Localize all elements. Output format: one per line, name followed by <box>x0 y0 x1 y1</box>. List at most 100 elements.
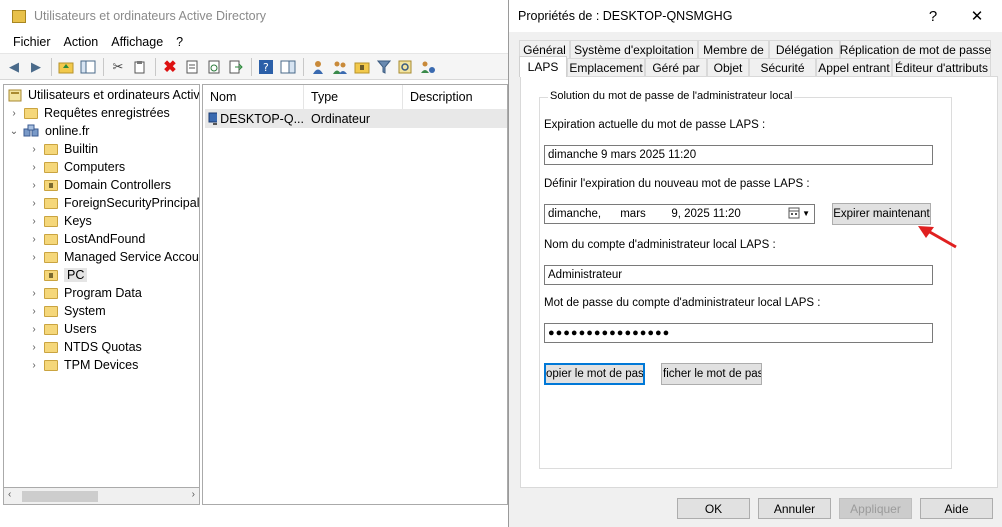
copy-password-button[interactable]: opier le mot de passe <box>544 363 645 385</box>
toolbar-separator <box>155 57 156 76</box>
tab-laps[interactable]: LAPS <box>519 56 567 77</box>
add-to-group-icon[interactable] <box>419 58 437 76</box>
action-pane-icon[interactable] <box>279 58 297 76</box>
tree-item-builtin[interactable]: › Builtin <box>28 140 98 158</box>
tree-item-tpm-devices[interactable]: › TPM Devices <box>28 356 138 374</box>
tree-item-ntds-quotas[interactable]: › NTDS Quotas <box>28 338 142 356</box>
scroll-right-icon[interactable]: › <box>192 489 195 500</box>
menu-fichier[interactable]: Fichier <box>13 35 51 49</box>
current-expiration-field[interactable]: dimanche 9 mars 2025 11:20 <box>544 145 933 165</box>
back-icon[interactable]: ◀ <box>5 58 23 76</box>
forward-icon[interactable]: ▶ <box>27 58 45 76</box>
table-row[interactable]: DESKTOP-Q... Ordinateur <box>205 109 507 128</box>
help-button[interactable]: Aide <box>920 498 993 519</box>
new-expiration-datetime-picker[interactable]: dimanche, mars 9, 2025 11:20 ▼ <box>544 204 815 224</box>
result-list: Nom Type Description DESKTOP-Q... Ordina… <box>202 84 508 505</box>
computer-name-cell: DESKTOP-Q... <box>208 109 304 128</box>
new-user-icon[interactable] <box>309 58 327 76</box>
menu-bar: Fichier Action Affichage ? <box>0 32 510 52</box>
tree-item-label: NTDS Quotas <box>64 340 142 354</box>
tab-attribute-editor[interactable]: Éditeur d'attributs <box>892 58 991 76</box>
tree-item-saved-queries[interactable]: › Requêtes enregistrées <box>8 104 169 122</box>
column-header-description[interactable]: Description <box>403 85 507 109</box>
tab-operating-system[interactable]: Système d'exploitation <box>570 40 698 58</box>
tree-item-pc[interactable]: PC <box>28 266 88 284</box>
help-icon[interactable]: ? <box>257 58 275 76</box>
show-password-button[interactable]: ficher le mot de passe <box>661 363 762 385</box>
properties-icon[interactable] <box>183 58 201 76</box>
tree-item-foreign-security-principals[interactable]: › ForeignSecurityPrincipals <box>28 194 199 212</box>
account-name-field[interactable]: Administrateur <box>544 265 933 285</box>
up-folder-icon[interactable] <box>57 58 75 76</box>
tab-security[interactable]: Sécurité <box>749 58 816 76</box>
menu-affichage[interactable]: Affichage <box>111 35 163 49</box>
tab-delegation[interactable]: Délégation <box>769 40 840 58</box>
close-button[interactable]: ✕ <box>955 0 999 32</box>
tree-item-lost-and-found[interactable]: › LostAndFound <box>28 230 145 248</box>
tree-item-keys[interactable]: › Keys <box>28 212 92 230</box>
folder-icon <box>44 359 58 371</box>
tree-horizontal-scrollbar[interactable]: ‹ › <box>3 487 200 505</box>
chevron-right-icon[interactable]: › <box>28 198 40 209</box>
tree-root[interactable]: Utilisateurs et ordinateurs Active <box>8 86 199 104</box>
find-icon[interactable] <box>397 58 415 76</box>
tree-item-managed-service-accounts[interactable]: › Managed Service Accour <box>28 248 199 266</box>
cut-icon[interactable]: ✂ <box>109 58 127 76</box>
tree-item-computers[interactable]: › Computers <box>28 158 125 176</box>
menu-help[interactable]: ? <box>176 35 183 49</box>
refresh-icon[interactable] <box>205 58 223 76</box>
tree-item-system[interactable]: › System <box>28 302 105 320</box>
console-tree-icon[interactable] <box>79 58 97 76</box>
computer-description <box>410 109 505 128</box>
scrollbar-thumb[interactable] <box>22 491 98 502</box>
password-field[interactable]: ●●●●●●●●●●●●●●●● <box>544 323 933 343</box>
aduc-root-icon <box>8 89 22 102</box>
chevron-right-icon[interactable]: › <box>28 306 40 317</box>
tree-item-domain[interactable]: ⌄ online.fr <box>8 122 90 140</box>
group-title: Solution du mot de passe de l'administra… <box>548 90 795 102</box>
chevron-right-icon[interactable]: › <box>28 342 40 353</box>
copy-icon[interactable] <box>131 58 149 76</box>
export-list-icon[interactable] <box>227 58 245 76</box>
chevron-right-icon[interactable]: › <box>28 144 40 155</box>
chevron-right-icon[interactable]: › <box>28 180 40 191</box>
chevron-right-icon[interactable]: › <box>28 234 40 245</box>
aduc-app-icon <box>12 9 26 23</box>
tab-password-replication[interactable]: Réplication de mot de passe <box>840 40 991 58</box>
tree-item-domain-controllers[interactable]: › Domain Controllers <box>28 176 171 194</box>
help-title-button[interactable]: ? <box>911 0 955 32</box>
toolbar-separator <box>251 57 252 76</box>
chevron-right-icon[interactable]: › <box>28 252 40 263</box>
column-header-name[interactable]: Nom <box>203 85 304 109</box>
tree-item-program-data[interactable]: › Program Data <box>28 284 141 302</box>
calendar-dropdown-icon[interactable]: ▼ <box>788 207 810 219</box>
cancel-button[interactable]: Annuler <box>758 498 831 519</box>
new-ou-icon[interactable] <box>353 58 371 76</box>
menu-action[interactable]: Action <box>64 35 99 49</box>
chevron-right-icon[interactable]: › <box>28 288 40 299</box>
tab-member-of[interactable]: Membre de <box>698 40 769 58</box>
new-group-icon[interactable] <box>331 58 349 76</box>
tree-item-users[interactable]: › Users <box>28 320 96 338</box>
filter-icon[interactable] <box>375 58 393 76</box>
tree-item-label: Keys <box>64 214 92 228</box>
console-tree: Utilisateurs et ordinateurs Active › Req… <box>3 84 200 505</box>
tab-dial-in[interactable]: Appel entrant <box>816 58 892 76</box>
scroll-left-icon[interactable]: ‹ <box>8 489 11 500</box>
tab-location[interactable]: Emplacement <box>567 58 645 76</box>
chevron-right-icon[interactable]: › <box>8 108 20 119</box>
domain-icon <box>23 124 39 137</box>
laps-tab-panel: Solution du mot de passe de l'administra… <box>520 76 998 488</box>
ok-button[interactable]: OK <box>677 498 750 519</box>
column-header-type[interactable]: Type <box>304 85 403 109</box>
folder-icon <box>44 233 58 245</box>
chevron-right-icon[interactable]: › <box>28 162 40 173</box>
chevron-right-icon[interactable]: › <box>28 324 40 335</box>
tab-managed-by[interactable]: Géré par <box>645 58 707 76</box>
apply-button[interactable]: Appliquer <box>839 498 912 519</box>
chevron-right-icon[interactable]: › <box>28 216 40 227</box>
delete-icon[interactable]: ✖ <box>161 58 179 76</box>
tab-object[interactable]: Objet <box>707 58 749 76</box>
chevron-down-icon[interactable]: ⌄ <box>8 126 20 137</box>
chevron-right-icon[interactable]: › <box>28 360 40 371</box>
